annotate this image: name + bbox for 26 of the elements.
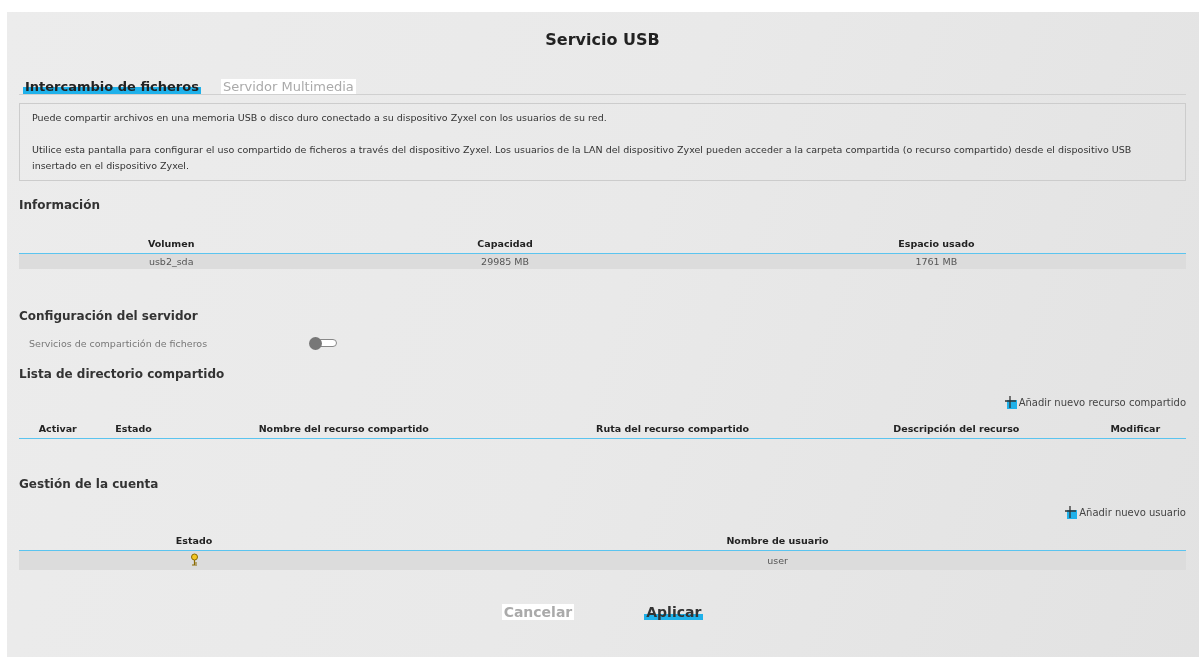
column-header: Capacidad xyxy=(323,234,687,254)
column-header: Espacio usado xyxy=(686,234,1186,254)
column-header: Activar xyxy=(19,419,97,439)
column-header: Estado xyxy=(96,419,171,439)
description-text: Utilice esta pantalla para configurar el uso compartido de ficheros a través del dispositivo Zyxel. Los usuarios de la LAN del dispositivo Zyxel pueden acceder a la carpeta compartida (o recurso compartido) desde el dispositivo USB insertado en el dispositivo Zyxel. xyxy=(32,143,1133,173)
description-text: Puede compartir archivos en una memoria USB o disco duro conectado a su dispositivo Zyxel con los usuarios de su red. xyxy=(32,111,608,125)
setting-label: Servicios de compartición de ficheros xyxy=(29,337,209,349)
column-header: Descripción del recurso xyxy=(828,419,1085,439)
column-header: Nombre del recurso compartido xyxy=(170,419,517,439)
column-header: Nombre de usuario xyxy=(369,531,1186,551)
plus-icon xyxy=(1003,395,1018,409)
table-cell: user xyxy=(369,550,1186,570)
toggle-switch[interactable] xyxy=(309,337,337,349)
section-heading: Gestión de la cuenta xyxy=(19,477,160,491)
plus-icon xyxy=(1064,505,1079,519)
page-title: Servicio USB xyxy=(545,30,660,49)
add-user-link[interactable]: Añadir nuevo usuario xyxy=(1064,505,1186,519)
section-heading: Información xyxy=(19,198,101,212)
column-header: Volumen xyxy=(19,234,324,254)
column-header: Estado xyxy=(19,531,370,551)
tab[interactable]: Intercambio de ficheros xyxy=(23,79,201,94)
add-share-link[interactable]: Añadir nuevo recurso compartido xyxy=(1003,395,1186,409)
column-header: Ruta del recurso compartido xyxy=(516,419,829,439)
column-header: Modificar xyxy=(1084,419,1186,439)
section-heading: Lista de directorio compartido xyxy=(19,367,226,381)
section-heading: Configuración del servidor xyxy=(19,309,199,323)
